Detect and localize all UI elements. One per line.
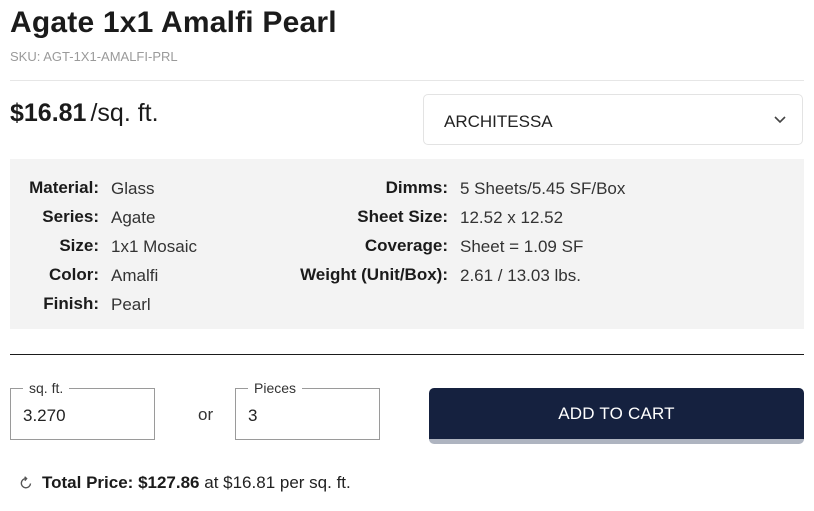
pieces-field[interactable]: Pieces 3 — [235, 380, 380, 440]
product-sku: SKU: AGT-1X1-AMALFI-PRL — [10, 49, 178, 64]
spec-row-dimms: Dimms: — [210, 178, 448, 200]
total-price-rate: at $16.81 per sq. ft. — [204, 473, 351, 492]
spec-label: Weight (Unit/Box): — [300, 265, 448, 284]
spec-label: Size: — [59, 236, 99, 255]
spec-label: Dimms: — [385, 178, 448, 197]
chevron-down-icon — [774, 116, 786, 124]
spec-row-series: Series: — [10, 207, 99, 229]
product-title: Agate 1x1 Amalfi Pearl — [10, 6, 337, 39]
spec-value: 1x1 Mosaic — [111, 237, 197, 256]
spec-row-coverage: Coverage: — [210, 236, 448, 258]
sqft-input[interactable]: 3.270 — [23, 406, 66, 426]
or-label: or — [198, 405, 214, 424]
product-panel: Agate 1x1 Amalfi Pearl SKU: AGT-1X1-AMAL… — [0, 0, 814, 511]
spec-row-size: Size: — [10, 236, 99, 258]
spec-value: Amalfi — [111, 266, 159, 285]
brand-select-value: ARCHITESSA — [444, 112, 553, 131]
total-price-label: Total Price: — [42, 473, 134, 492]
sqft-field-label: sq. ft. — [23, 380, 70, 396]
sqft-field[interactable]: sq. ft. 3.270 — [10, 380, 155, 440]
spec-label: Sheet Size: — [357, 207, 448, 226]
divider — [10, 80, 804, 81]
add-to-cart-label: ADD TO CART — [558, 404, 675, 423]
brand-select[interactable]: ARCHITESSA — [423, 94, 803, 145]
pieces-field-label: Pieces — [248, 380, 303, 396]
refresh-icon — [20, 476, 32, 489]
spec-row-finish: Finish: — [10, 294, 99, 316]
spec-label: Material: — [29, 178, 99, 197]
spec-label: Color: — [48, 265, 99, 284]
pieces-input[interactable]: 3 — [248, 406, 257, 426]
price-unit: /sq. ft. — [90, 99, 159, 127]
spec-value: 2.61 / 13.03 lbs. — [460, 266, 581, 285]
spec-value: 12.52 x 12.52 — [460, 208, 564, 227]
spec-row-material: Material: — [10, 178, 99, 200]
spec-label: Finish: — [43, 294, 99, 313]
price-display: $16.81/sq. ft. — [10, 99, 159, 128]
add-to-cart-button[interactable]: ADD TO CART — [429, 388, 804, 444]
total-price-amount: $127.86 — [138, 473, 200, 492]
total-price: Total Price: $127.86 at $16.81 per sq. f… — [18, 473, 351, 493]
specs-table: Material: Glass Series: Agate Size: 1x1 … — [10, 159, 804, 329]
spec-row-sheet-size: Sheet Size: — [210, 207, 448, 229]
spec-value: Pearl — [111, 295, 151, 314]
spec-value: Agate — [111, 208, 156, 227]
divider — [10, 354, 804, 355]
spec-value: Sheet = 1.09 SF — [460, 237, 584, 256]
spec-value: 5 Sheets/5.45 SF/Box — [460, 179, 626, 198]
spec-row-color: Color: — [10, 265, 99, 287]
spec-row-weight: Weight (Unit/Box): — [210, 265, 448, 287]
spec-label: Series: — [42, 207, 99, 226]
spec-value: Glass — [111, 179, 155, 198]
spec-label: Coverage: — [364, 236, 448, 255]
price-amount: $16.81 — [10, 99, 87, 127]
